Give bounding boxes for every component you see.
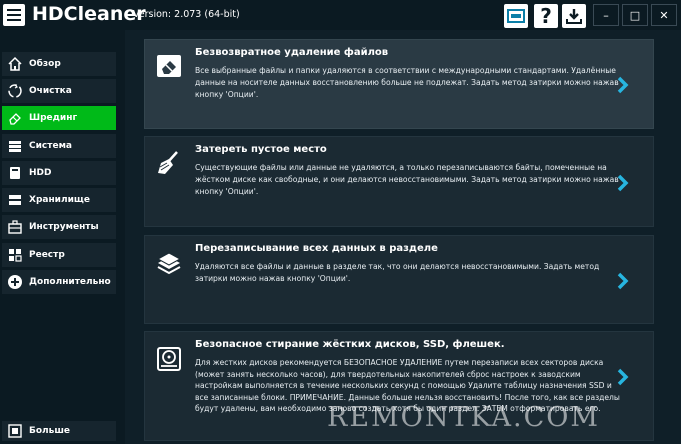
card-title: Перезаписывание всех данных в разделе	[195, 243, 438, 254]
hamburger-line	[7, 14, 21, 16]
sidebar-item-label: Инструменты	[29, 222, 99, 232]
hamburger-menu-button[interactable]	[3, 4, 25, 26]
card-title: Затереть пустое место	[195, 144, 327, 155]
hamburger-line	[7, 9, 21, 11]
sidebar-more-label: Больше	[29, 426, 70, 436]
card-title: Безвозвратное удаление файлов	[195, 47, 389, 58]
sidebar-item-overview[interactable]: Обзор	[2, 52, 116, 76]
sidebar-item-hdd[interactable]: HDD	[2, 161, 116, 185]
help-icon: ?	[540, 4, 552, 28]
sidebar-item-label: Обзор	[29, 59, 61, 69]
system-icon	[4, 134, 26, 158]
sidebar-item-registry[interactable]: Реестр	[2, 243, 116, 267]
option-card-overwrite-partition[interactable]: Перезаписывание всех данных в разделе Уд…	[144, 235, 654, 324]
sidebar-item-label: Очистка	[29, 86, 72, 96]
help-button[interactable]: ?	[534, 4, 558, 28]
chevron-right-icon	[617, 174, 629, 192]
compact-view-button[interactable]	[504, 4, 528, 28]
card-description: Удаляются все файлы и данные в разделе т…	[195, 262, 600, 283]
download-icon	[566, 9, 582, 24]
option-card-delete-files[interactable]: Безвозвратное удаление файлов Все выбран…	[144, 39, 654, 129]
chevron-right-icon	[617, 272, 629, 290]
toolbox-icon	[4, 215, 26, 239]
sidebar-item-shredding[interactable]: Шрединг	[2, 106, 116, 130]
plus-icon	[4, 270, 26, 294]
sidebar-item-label: HDD	[29, 168, 52, 178]
card-title: Безопасное стирание жёстких дисков, SSD,…	[195, 339, 505, 350]
sidebar-item-label: Дополнительно	[29, 277, 111, 287]
broom-icon	[155, 150, 183, 176]
sidebar-item-system[interactable]: Система	[2, 134, 116, 158]
card-description: Существующие файлы или данные не удаляют…	[195, 163, 619, 196]
maximize-button[interactable]: □	[622, 4, 648, 26]
app-version: Version: 2.073 (64-bit)	[133, 9, 240, 20]
sidebar-item-label: Хранилище	[29, 195, 90, 205]
compact-view-icon	[507, 9, 525, 23]
eraser-icon	[155, 53, 183, 79]
disk-drive-icon	[155, 346, 183, 372]
close-icon: ✕	[659, 8, 669, 22]
hdd-icon	[4, 161, 26, 185]
sidebar-item-additional[interactable]: Дополнительно	[2, 270, 116, 294]
recycle-icon	[4, 79, 26, 103]
hamburger-line	[7, 19, 21, 21]
home-icon	[4, 52, 26, 76]
minimize-icon: –	[603, 8, 609, 22]
more-icon	[4, 421, 26, 441]
sidebar-item-storage[interactable]: Хранилище	[2, 188, 116, 212]
card-description: Все выбранные файлы и папки удаляются в …	[195, 66, 619, 99]
sidebar-item-tools[interactable]: Инструменты	[2, 215, 116, 239]
maximize-icon: □	[629, 8, 641, 22]
sidebar: Обзор Очистка Шрединг Система HDD Хранил…	[0, 50, 117, 444]
sidebar-item-label: Реестр	[29, 250, 65, 260]
chevron-right-icon	[617, 368, 629, 386]
layers-icon	[155, 249, 183, 275]
sidebar-item-label: Шрединг	[29, 113, 78, 123]
sidebar-item-label: Система	[29, 141, 72, 151]
sidebar-more-button[interactable]: Больше	[2, 421, 116, 441]
sidebar-item-cleaning[interactable]: Очистка	[2, 79, 116, 103]
option-card-wipe-free-space[interactable]: Затереть пустое место Существующие файлы…	[144, 136, 654, 227]
app-title: HDCleaner	[32, 3, 146, 25]
chevron-right-icon	[617, 76, 629, 94]
title-bar: HDCleaner Version: 2.073 (64-bit) ? – □ …	[0, 0, 681, 30]
watermark: REMONTKA.COM	[327, 402, 601, 433]
download-update-button[interactable]	[562, 4, 586, 28]
close-button[interactable]: ✕	[651, 4, 677, 26]
minimize-button[interactable]: –	[593, 4, 619, 26]
storage-icon	[4, 188, 26, 212]
eraser-icon	[4, 106, 26, 130]
registry-icon	[4, 243, 26, 267]
